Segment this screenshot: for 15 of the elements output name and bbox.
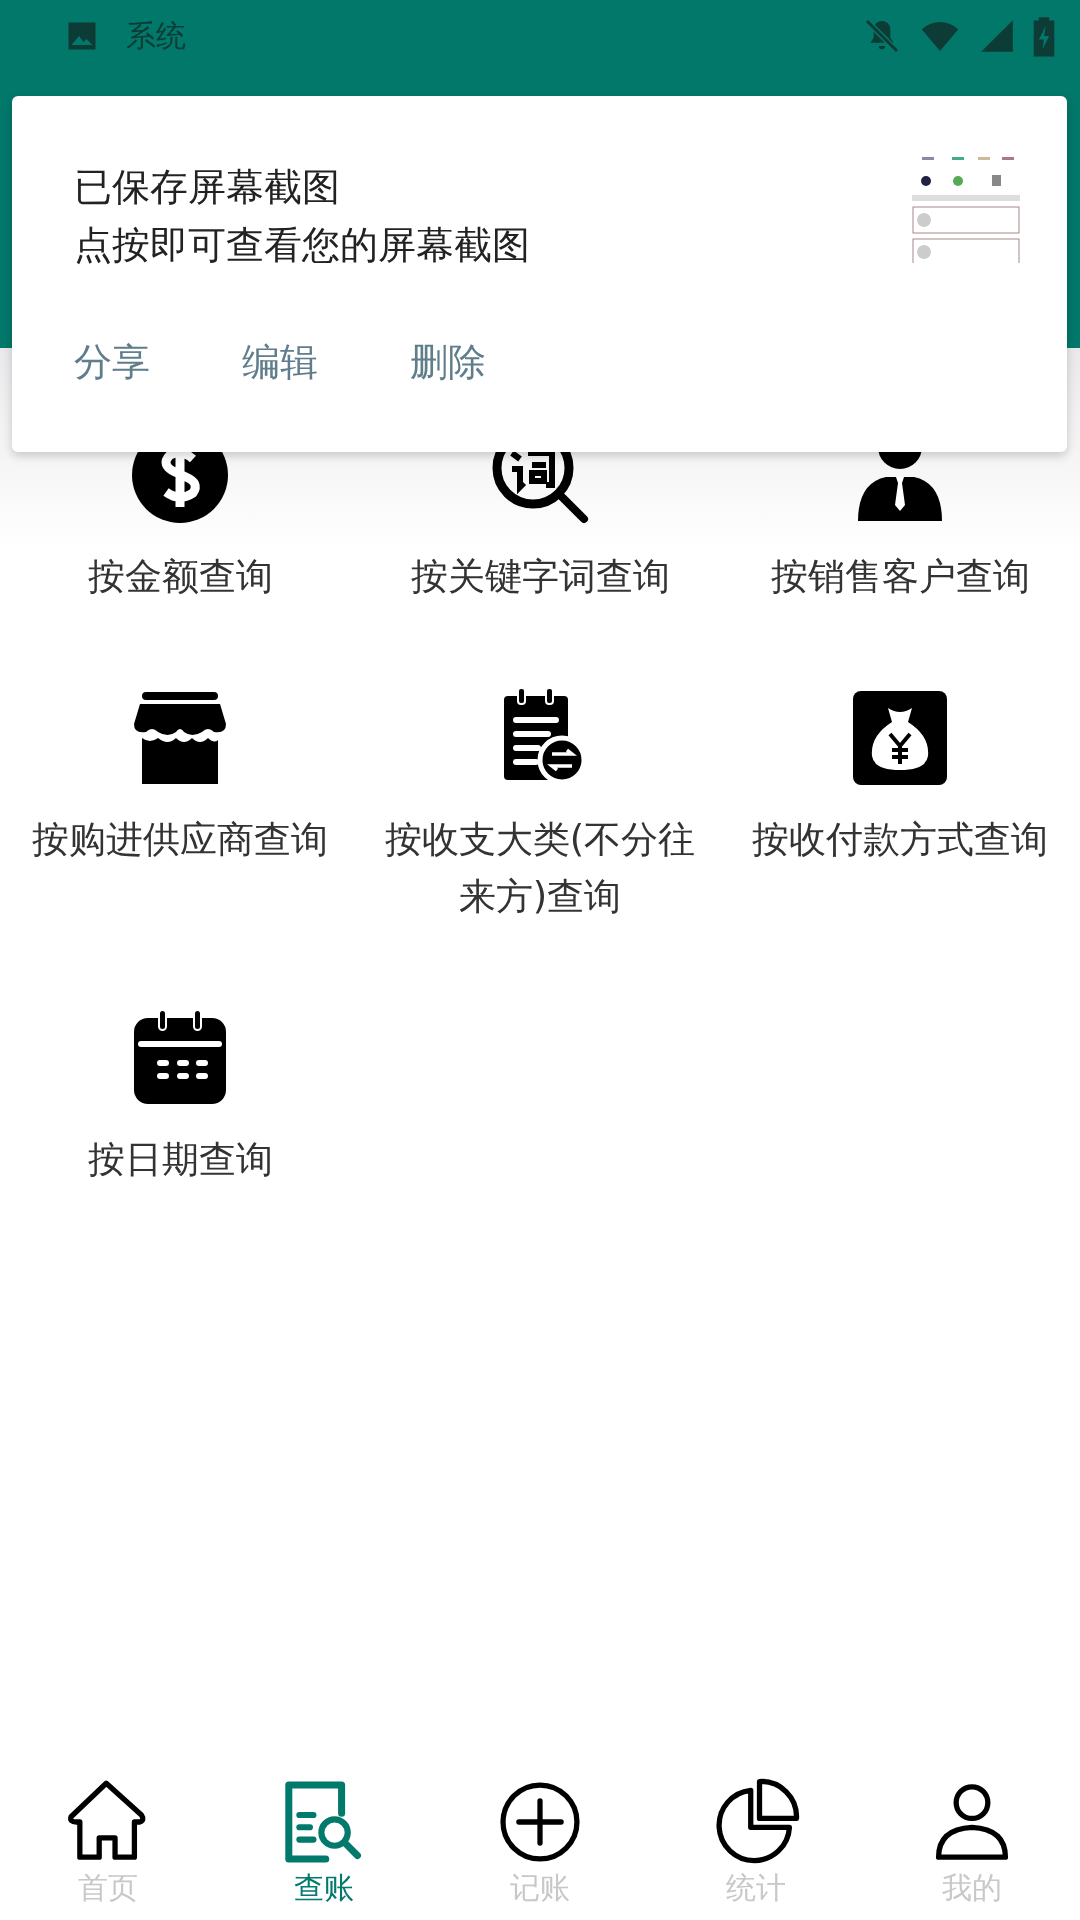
nav-tab[interactable]: 查账 xyxy=(216,1764,432,1920)
battery-icon xyxy=(1032,15,1056,57)
notification-text: 点按即可查看您的屏幕截图 xyxy=(74,222,530,269)
notification-action[interactable]: 编辑 xyxy=(242,332,318,392)
notification-action[interactable]: 删除 xyxy=(410,332,486,392)
notification-app-label: 系统 xyxy=(126,16,186,55)
money-bag-icon xyxy=(850,688,950,788)
query-option[interactable]: 按收支大类(不分往来方)查询 xyxy=(360,688,720,925)
query-option[interactable]: 按收付款方式查询 xyxy=(720,688,1080,868)
screenshot-notification[interactable]: 已保存屏幕截图 点按即可查看您的屏幕截图 分享 编辑 删除 xyxy=(12,96,1067,452)
query-option[interactable]: 按购进供应商查询 xyxy=(0,688,360,868)
signal-icon xyxy=(978,17,1016,55)
query-option[interactable]: 按日期查询 xyxy=(0,1008,360,1188)
notification-action[interactable]: 分享 xyxy=(74,332,150,392)
notification-title: 已保存屏幕截图 xyxy=(74,164,340,211)
